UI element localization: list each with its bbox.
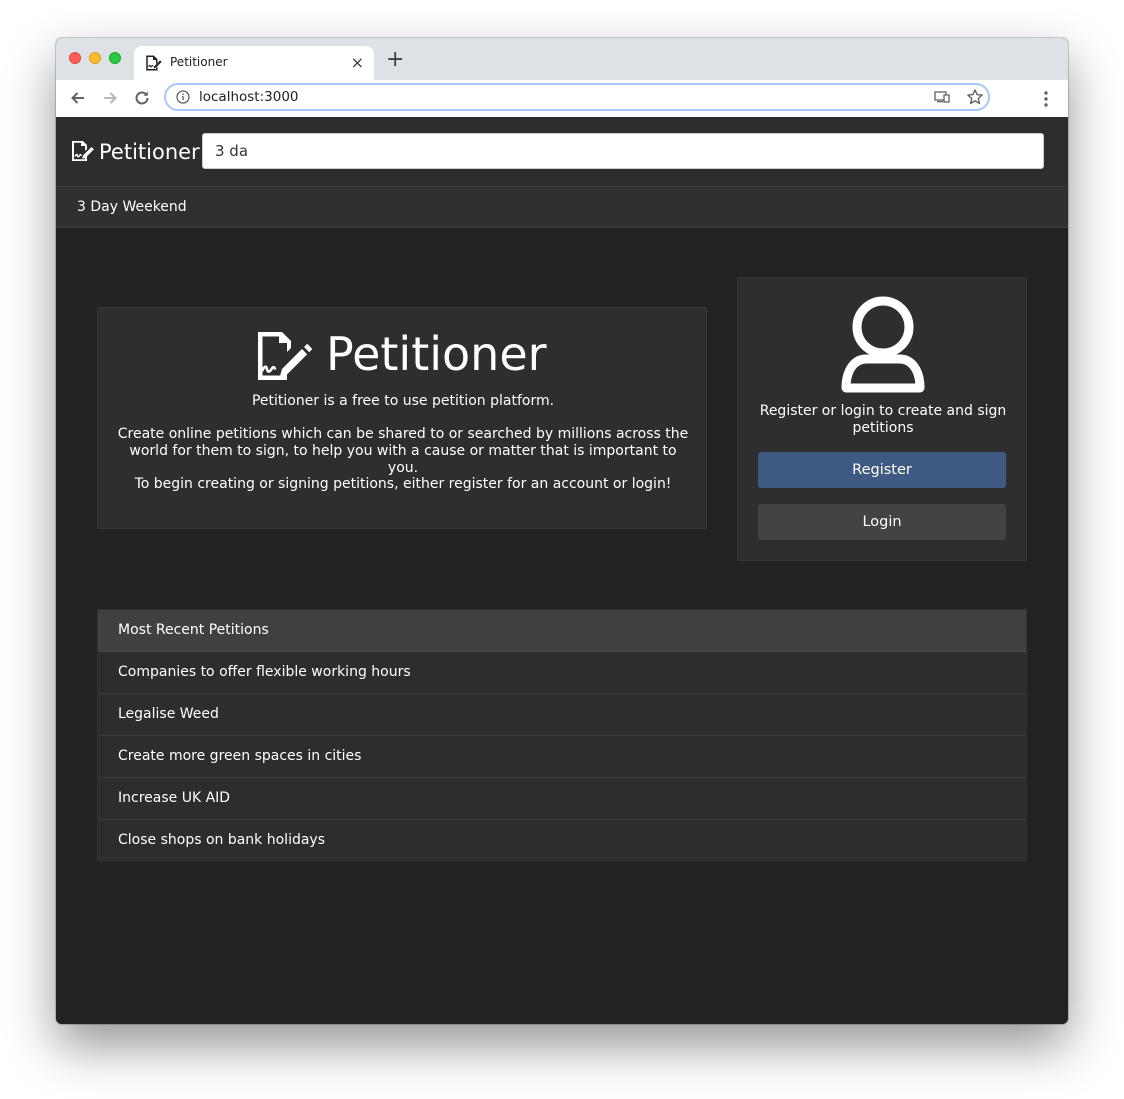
file-signature-icon bbox=[258, 332, 312, 380]
search-input[interactable] bbox=[202, 133, 1044, 169]
login-button[interactable]: Login bbox=[758, 504, 1006, 540]
list-item[interactable]: Increase UK AID bbox=[98, 778, 1026, 820]
reload-icon[interactable] bbox=[132, 88, 152, 108]
recent-petitions-header: Most Recent Petitions bbox=[98, 610, 1026, 652]
auth-prompt: Register or login to create and sign pet… bbox=[759, 403, 1007, 436]
app-navbar: Petitioner bbox=[56, 117, 1068, 186]
tab-close-icon[interactable]: × bbox=[351, 53, 364, 73]
hero-description: Create online petitions which can be sha… bbox=[117, 426, 689, 476]
page-content: Petitioner 3 Day Weekend Petitioner Peti… bbox=[56, 117, 1068, 1024]
hero-title: Petitioner bbox=[326, 327, 547, 381]
list-item[interactable]: Companies to offer flexible working hour… bbox=[98, 652, 1026, 694]
browser-toolbar: localhost:3000 bbox=[56, 80, 1068, 118]
more-vert-icon[interactable] bbox=[1038, 89, 1054, 109]
user-icon bbox=[841, 296, 925, 393]
hero-tagline: Petitioner is a free to use petition pla… bbox=[251, 393, 555, 409]
forward-arrow-icon[interactable] bbox=[100, 88, 120, 108]
back-arrow-icon[interactable] bbox=[68, 88, 88, 108]
search-suggestion[interactable]: 3 Day Weekend bbox=[56, 186, 1068, 228]
brand-name[interactable]: Petitioner bbox=[99, 139, 200, 165]
info-icon[interactable] bbox=[176, 90, 190, 104]
petition-title: Increase UK AID bbox=[118, 790, 231, 806]
list-item[interactable]: Legalise Weed bbox=[98, 694, 1026, 736]
recent-petitions-title: Most Recent Petitions bbox=[118, 622, 269, 638]
new-tab-button[interactable]: + bbox=[386, 49, 404, 71]
auth-panel: Register or login to create and sign pet… bbox=[737, 277, 1027, 561]
petition-title: Companies to offer flexible working hour… bbox=[118, 664, 411, 680]
tab-title: Petitioner bbox=[170, 55, 228, 69]
url-text[interactable]: localhost:3000 bbox=[199, 89, 299, 105]
address-bar[interactable]: localhost:3000 bbox=[164, 83, 990, 111]
search-suggestion-label: 3 Day Weekend bbox=[77, 199, 187, 215]
register-button[interactable]: Register bbox=[758, 452, 1006, 488]
cast-icon[interactable] bbox=[934, 90, 950, 104]
close-window-button[interactable] bbox=[69, 52, 81, 64]
hero-panel: Petitioner Petitioner is a free to use p… bbox=[97, 307, 707, 529]
file-signature-icon bbox=[146, 55, 162, 71]
star-icon[interactable] bbox=[966, 88, 984, 106]
tab-petitioner[interactable]: Petitioner × bbox=[134, 46, 374, 80]
browser-window: Petitioner × + localhost:3000 Petitioner… bbox=[56, 38, 1068, 1024]
file-signature-icon[interactable] bbox=[71, 139, 95, 163]
petition-title: Create more green spaces in cities bbox=[118, 748, 362, 764]
maximize-window-button[interactable] bbox=[109, 52, 121, 64]
hero-call-to-action: To begin creating or signing petitions, … bbox=[134, 476, 672, 492]
petition-title: Legalise Weed bbox=[118, 706, 219, 722]
list-item[interactable]: Close shops on bank holidays bbox=[98, 820, 1026, 862]
tab-strip: Petitioner × + bbox=[56, 38, 1068, 80]
recent-petitions-list: Most Recent Petitions Companies to offer… bbox=[97, 609, 1027, 862]
petition-title: Close shops on bank holidays bbox=[118, 832, 325, 848]
minimize-window-button[interactable] bbox=[89, 52, 101, 64]
list-item[interactable]: Create more green spaces in cities bbox=[98, 736, 1026, 778]
